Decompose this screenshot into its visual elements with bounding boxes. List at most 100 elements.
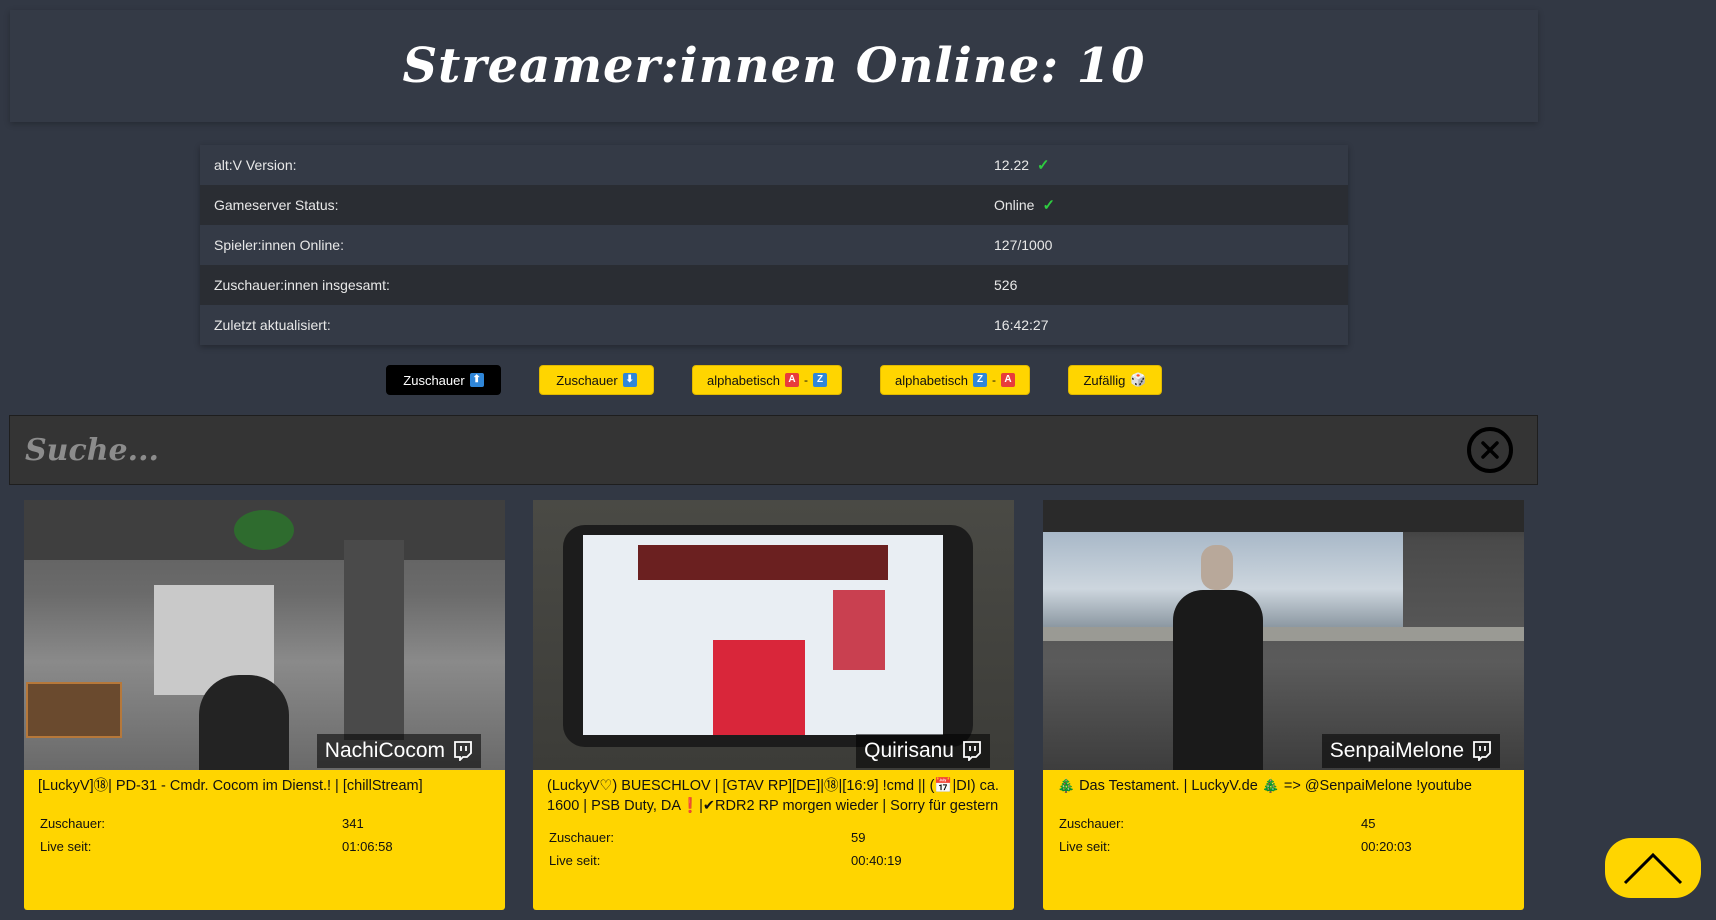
sort-label: Zufällig [1083, 372, 1126, 388]
twitch-icon [454, 741, 472, 761]
stream-info: (LuckyV♡) BUESCHLOV | [GTAV RP][DE]|⑱|[1… [533, 770, 1014, 910]
stream-card[interactable]: Quirisanu (LuckyV♡) BUESCHLOV | [GTAV RP… [533, 500, 1014, 910]
stream-card[interactable]: NachiCocom [LuckyV]⑱| PD-31 - Cmdr. Coco… [24, 500, 505, 910]
dash: - [992, 373, 996, 387]
info-value-wrap: 12.22 ✓ [994, 156, 1050, 174]
info-value: 12.22 [994, 157, 1030, 173]
streamer-name: NachiCocom [324, 739, 445, 762]
info-key: alt:V Version: [214, 157, 297, 173]
dash: - [804, 373, 808, 387]
viewers-label: Zuschauer: [549, 830, 615, 845]
info-row-players: Spieler:innen Online: 127/1000 [200, 225, 1348, 265]
stream-info: 🎄 Das Testament. | LuckyV.de 🎄 => @Senpa… [1043, 770, 1524, 910]
streamer-name-label: Quirisanu [856, 734, 990, 768]
stream-info: [LuckyV]⑱| PD-31 - Cmdr. Cocom im Dienst… [24, 770, 505, 910]
stream-thumbnail[interactable]: Quirisanu [533, 500, 1014, 770]
scene-website-banner [638, 545, 888, 580]
letter-a-icon: A [785, 373, 799, 387]
viewers-row: Zuschauer: 341 [38, 812, 491, 835]
streamer-name-label: NachiCocom [316, 734, 481, 768]
live-value: 00:20:03 [1361, 839, 1412, 854]
viewers-value: 45 [1361, 816, 1376, 831]
page-title: Streamer:innen Online: 10 [402, 38, 1146, 94]
scroll-to-top-button[interactable] [1605, 838, 1701, 898]
twitch-icon [963, 741, 981, 761]
info-value-wrap: 16:42:27 [994, 317, 1049, 333]
stream-card[interactable]: SenpaiMelone 🎄 Das Testament. | LuckyV.d… [1043, 500, 1524, 910]
live-row: Live seit: 00:40:19 [547, 849, 1000, 872]
info-value: 127/1000 [994, 237, 1053, 253]
viewers-label: Zuschauer: [40, 816, 106, 831]
stream-stats: Zuschauer: 45 Live seit: 00:20:03 [1057, 812, 1510, 858]
live-row: Live seit: 00:20:03 [1057, 835, 1510, 858]
viewers-row: Zuschauer: 45 [1057, 812, 1510, 835]
streamer-name: SenpaiMelone [1329, 739, 1464, 762]
stream-thumbnail[interactable]: SenpaiMelone [1043, 500, 1524, 770]
sort-alpha-az-button[interactable]: alphabetisch A - Z [692, 365, 842, 395]
info-value-wrap: 526 [994, 277, 1017, 293]
sort-random-button[interactable]: Zufällig 🎲 [1068, 365, 1162, 395]
scene-ledge [1043, 627, 1524, 641]
info-value: Online [994, 197, 1035, 213]
viewers-row: Zuschauer: 59 [547, 826, 1000, 849]
stream-stats: Zuschauer: 59 Live seit: 00:40:19 [547, 826, 1000, 872]
live-label: Live seit: [549, 853, 601, 868]
info-row-updated: Zuletzt aktualisiert: 16:42:27 [200, 305, 1348, 345]
scene-head [1201, 545, 1233, 590]
info-key: Zuletzt aktualisiert: [214, 317, 331, 333]
search-bar [9, 415, 1538, 485]
stream-thumbnail[interactable]: NachiCocom [24, 500, 505, 770]
info-row-status: Gameserver Status: Online ✓ [200, 185, 1348, 225]
letter-z-icon: Z [813, 373, 827, 387]
info-row-version: alt:V Version: 12.22 ✓ [200, 145, 1348, 185]
scene-poster [713, 640, 805, 735]
viewers-value: 59 [851, 830, 866, 845]
info-key: Zuschauer:innen insgesamt: [214, 277, 390, 293]
check-icon: ✓ [1037, 157, 1050, 174]
letter-z-icon: Z [973, 373, 987, 387]
close-circle-icon[interactable] [1467, 427, 1513, 473]
info-value-wrap: 127/1000 [994, 237, 1052, 253]
scene-login-box [833, 590, 885, 670]
live-value: 01:06:58 [342, 839, 393, 854]
sort-bar: Zuschauer ⬆ Zuschauer ⬇ alphabetisch A -… [0, 365, 1540, 397]
scene-character [1173, 590, 1263, 770]
letter-a-icon: A [1001, 373, 1015, 387]
viewers-label: Zuschauer: [1059, 816, 1125, 831]
sort-label: alphabetisch [895, 372, 968, 388]
stream-stats: Zuschauer: 341 Live seit: 01:06:58 [38, 812, 491, 858]
stream-title: [LuckyV]⑱| PD-31 - Cmdr. Cocom im Dienst… [38, 778, 423, 794]
twitch-icon [1473, 741, 1491, 761]
sort-label: alphabetisch [707, 372, 780, 388]
chevron-up-icon [1623, 852, 1683, 885]
check-icon: ✓ [1042, 197, 1056, 214]
info-key: Spieler:innen Online: [214, 237, 344, 253]
arrow-up-icon: ⬆ [469, 373, 484, 387]
sort-label: Zuschauer [403, 372, 465, 388]
page-header: Streamer:innen Online: 10 [10, 10, 1538, 122]
sort-label: Zuschauer [556, 372, 618, 388]
scene-character [199, 675, 289, 770]
info-value: 16:42:27 [994, 317, 1049, 333]
live-row: Live seit: 01:06:58 [38, 835, 491, 858]
scene-tree [234, 510, 294, 550]
webcam-overlay [26, 682, 122, 738]
stream-title: (LuckyV♡) BUESCHLOV | [GTAV RP][DE]|⑱|[1… [547, 778, 999, 814]
sort-alpha-za-button[interactable]: alphabetisch Z - A [880, 365, 1030, 395]
scene-ceiling [1043, 500, 1524, 532]
search-input[interactable] [10, 415, 1467, 485]
info-value-wrap: Online ✓ [994, 196, 1055, 214]
info-value: 526 [994, 277, 1018, 293]
live-label: Live seit: [1059, 839, 1111, 854]
live-value: 00:40:19 [851, 853, 902, 868]
arrow-down-icon: ⬇ [622, 373, 637, 387]
live-label: Live seit: [40, 839, 92, 854]
sort-viewers-desc-button[interactable]: Zuschauer ⬆ [386, 365, 501, 395]
sort-viewers-asc-button[interactable]: Zuschauer ⬇ [539, 365, 654, 395]
viewers-value: 341 [342, 816, 364, 831]
server-info-table: alt:V Version: 12.22 ✓ Gameserver Status… [200, 145, 1348, 345]
dice-icon: 🎲 [1130, 372, 1147, 387]
scene-wall [344, 540, 404, 740]
info-row-viewers: Zuschauer:innen insgesamt: 526 [200, 265, 1348, 305]
stream-title: 🎄 Das Testament. | LuckyV.de 🎄 => @Senpa… [1057, 778, 1472, 794]
